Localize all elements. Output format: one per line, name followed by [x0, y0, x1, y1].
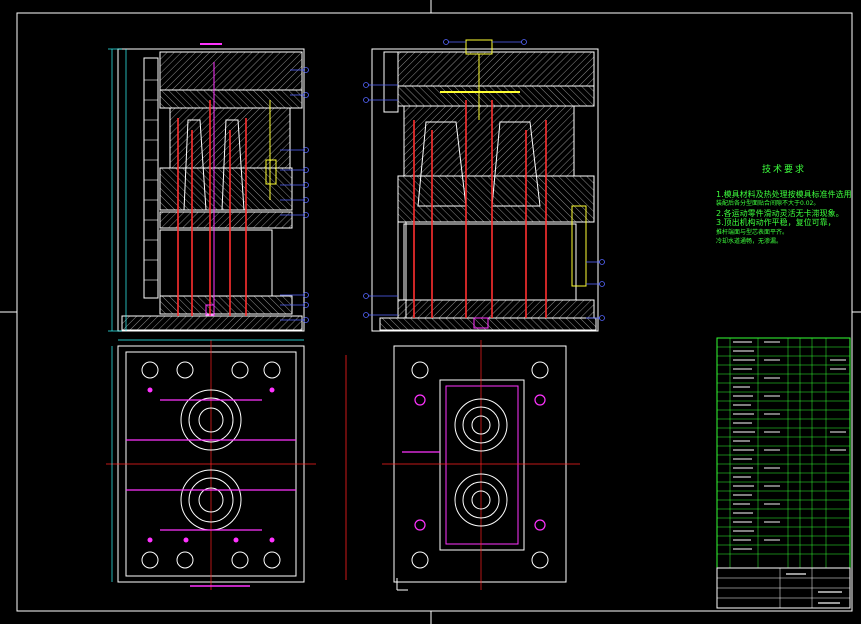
right-plan-view [345, 340, 580, 591]
requirement-line: 冷却水道通畅，无渗漏。 [716, 238, 783, 245]
requirement-line: 1.模具材料及热处理按模具标准件选用。 [716, 189, 852, 199]
cad-drawing-canvas [0, 0, 861, 624]
requirement-line: 装配后各分型面贴合间隙不大于0.02。 [716, 200, 820, 207]
technical-requirements: 技术要求 1.模具材料及热处理按模具标准件选用。 装配后各分型面贴合间隙不大于0… [716, 165, 852, 247]
technical-requirements-title: 技术要求 [761, 165, 806, 175]
left-section-view [108, 43, 309, 332]
left-plan-view [106, 339, 316, 590]
requirement-line: 3.顶出机构动作平稳，复位可靠， [716, 218, 836, 227]
requirement-line: 推杆端面与型芯表面平齐。 [716, 228, 789, 236]
requirement-line: 2.各运动零件滑动灵活无卡滞现象。 [716, 208, 844, 218]
bom-table [716, 337, 851, 609]
right-section-view [363, 39, 605, 332]
